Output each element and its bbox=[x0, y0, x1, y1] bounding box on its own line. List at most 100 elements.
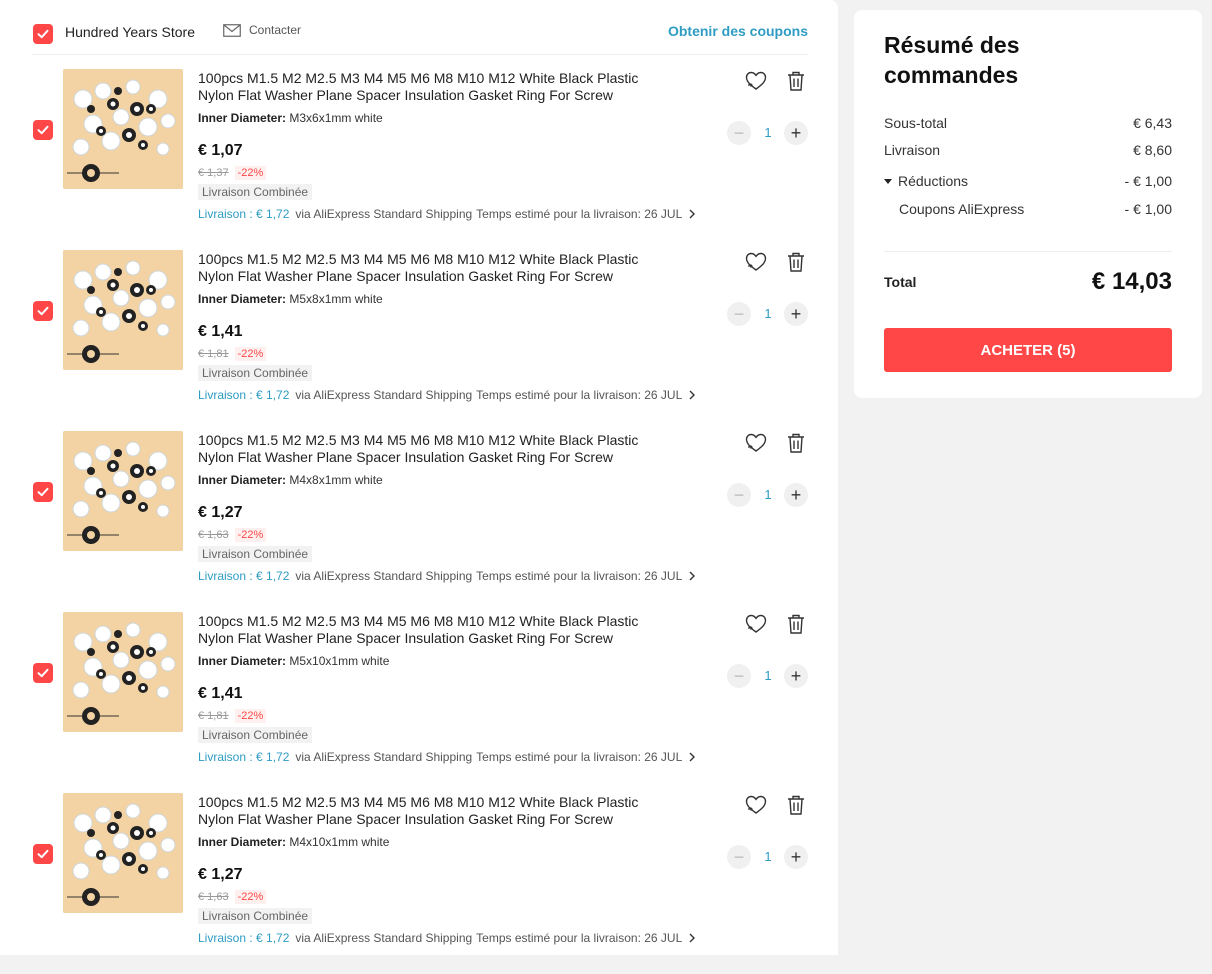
heart-icon bbox=[745, 252, 767, 271]
quantity-decrease-button[interactable]: − bbox=[727, 302, 751, 326]
mail-icon bbox=[223, 23, 241, 37]
quantity-value[interactable]: 1 bbox=[760, 668, 776, 683]
product-title[interactable]: 100pcs M1.5 M2 M2.5 M3 M4 M5 M6 M8 M10 M… bbox=[198, 794, 678, 828]
reductions-value: - € 1,00 bbox=[1124, 173, 1172, 189]
discount-badge: -22% bbox=[234, 709, 267, 723]
original-price: € 1,63 bbox=[198, 891, 229, 903]
variant-value: M5x8x1mm white bbox=[289, 292, 383, 306]
product-thumbnail[interactable] bbox=[63, 69, 183, 189]
quantity-increase-button[interactable]: + bbox=[784, 121, 808, 145]
item-checkbox[interactable] bbox=[33, 301, 53, 321]
shipping-cost: Livraison : € 1,72 bbox=[198, 750, 290, 764]
product-thumbnail[interactable] bbox=[63, 612, 183, 732]
shipping-cost: Livraison : € 1,72 bbox=[198, 207, 290, 221]
quantity-value[interactable]: 1 bbox=[760, 487, 776, 502]
item-price: € 1,27 bbox=[198, 504, 243, 521]
old-price-row: € 1,81 -22% bbox=[198, 347, 267, 361]
product-image bbox=[63, 250, 183, 370]
heart-icon bbox=[745, 433, 767, 452]
item-checkbox[interactable] bbox=[33, 663, 53, 683]
shipping-info[interactable]: Livraison : € 1,72 via AliExpress Standa… bbox=[198, 388, 696, 402]
quantity-increase-button[interactable]: + bbox=[784, 664, 808, 688]
quantity-decrease-button[interactable]: − bbox=[727, 664, 751, 688]
total-value: € 14,03 bbox=[1091, 268, 1172, 295]
delete-button[interactable] bbox=[784, 793, 808, 817]
item-checkbox[interactable] bbox=[33, 844, 53, 864]
wishlist-button[interactable] bbox=[744, 250, 768, 274]
product-title[interactable]: 100pcs M1.5 M2 M2.5 M3 M4 M5 M6 M8 M10 M… bbox=[198, 70, 678, 104]
product-thumbnail[interactable] bbox=[63, 250, 183, 370]
quantity-increase-button[interactable]: + bbox=[784, 845, 808, 869]
plus-icon: + bbox=[790, 847, 802, 867]
wishlist-button[interactable] bbox=[744, 69, 768, 93]
item-checkbox[interactable] bbox=[33, 482, 53, 502]
shipping-row: Livraison € 8,60 bbox=[884, 142, 1172, 158]
trash-icon bbox=[788, 795, 804, 815]
quantity-decrease-button[interactable]: − bbox=[727, 845, 751, 869]
wishlist-button[interactable] bbox=[744, 793, 768, 817]
reductions-row[interactable]: Réductions - € 1,00 bbox=[884, 173, 1172, 189]
shipping-cost: Livraison : € 1,72 bbox=[198, 388, 290, 402]
product-title[interactable]: 100pcs M1.5 M2 M2.5 M3 M4 M5 M6 M8 M10 M… bbox=[198, 251, 678, 285]
cart-item: 100pcs M1.5 M2 M2.5 M3 M4 M5 M6 M8 M10 M… bbox=[32, 793, 808, 974]
product-thumbnail[interactable] bbox=[63, 793, 183, 913]
old-price-row: € 1,37 -22% bbox=[198, 166, 267, 180]
product-title-line: Nylon Flat Washer Plane Spacer Insulatio… bbox=[198, 449, 613, 465]
variant-value: M3x6x1mm white bbox=[289, 111, 383, 125]
product-title[interactable]: 100pcs M1.5 M2 M2.5 M3 M4 M5 M6 M8 M10 M… bbox=[198, 432, 678, 466]
cart-item: 100pcs M1.5 M2 M2.5 M3 M4 M5 M6 M8 M10 M… bbox=[32, 250, 808, 431]
contact-seller-link[interactable]: Contacter bbox=[223, 23, 301, 37]
quantity-value[interactable]: 1 bbox=[760, 306, 776, 321]
product-variant[interactable]: Inner Diameter: M3x6x1mm white bbox=[198, 111, 383, 125]
original-price: € 1,81 bbox=[198, 348, 229, 360]
wishlist-button[interactable] bbox=[744, 612, 768, 636]
quantity-decrease-button[interactable]: − bbox=[727, 121, 751, 145]
product-title-line: 100pcs M1.5 M2 M2.5 M3 M4 M5 M6 M8 M10 M… bbox=[198, 794, 639, 810]
variant-value: M5x10x1mm white bbox=[289, 654, 390, 668]
product-variant[interactable]: Inner Diameter: M5x8x1mm white bbox=[198, 292, 383, 306]
shipping-info[interactable]: Livraison : € 1,72 via AliExpress Standa… bbox=[198, 931, 696, 945]
variant-value: M4x10x1mm white bbox=[289, 835, 390, 849]
check-icon bbox=[37, 849, 49, 859]
store-checkbox[interactable] bbox=[33, 24, 53, 44]
get-coupons-link[interactable]: Obtenir des coupons bbox=[668, 23, 808, 39]
store-header: Hundred Years Store Contacter Obtenir de… bbox=[32, 18, 808, 55]
product-title-line: Nylon Flat Washer Plane Spacer Insulatio… bbox=[198, 268, 613, 284]
shipping-method: via AliExpress Standard Shipping bbox=[295, 750, 473, 764]
product-variant[interactable]: Inner Diameter: M4x10x1mm white bbox=[198, 835, 389, 849]
delete-button[interactable] bbox=[784, 250, 808, 274]
product-variant[interactable]: Inner Diameter: M4x8x1mm white bbox=[198, 473, 383, 487]
discount-badge: -22% bbox=[234, 347, 267, 361]
delete-button[interactable] bbox=[784, 612, 808, 636]
store-name[interactable]: Hundred Years Store bbox=[65, 24, 195, 40]
minus-icon: − bbox=[733, 666, 745, 686]
wishlist-button[interactable] bbox=[744, 431, 768, 455]
item-checkbox[interactable] bbox=[33, 120, 53, 140]
quantity-value[interactable]: 1 bbox=[760, 125, 776, 140]
delivery-estimate: Temps estimé pour la livraison: 26 JUL bbox=[476, 750, 683, 764]
discount-badge: -22% bbox=[234, 166, 267, 180]
subtotal-row: Sous-total € 6,43 bbox=[884, 115, 1172, 131]
product-title[interactable]: 100pcs M1.5 M2 M2.5 M3 M4 M5 M6 M8 M10 M… bbox=[198, 613, 678, 647]
variant-label: Inner Diameter: bbox=[198, 835, 287, 849]
shipping-info[interactable]: Livraison : € 1,72 via AliExpress Standa… bbox=[198, 207, 696, 221]
quantity-increase-button[interactable]: + bbox=[784, 483, 808, 507]
delivery-estimate: Temps estimé pour la livraison: 26 JUL bbox=[476, 388, 683, 402]
plus-icon: + bbox=[790, 123, 802, 143]
product-thumbnail[interactable] bbox=[63, 431, 183, 551]
quantity-decrease-button[interactable]: − bbox=[727, 483, 751, 507]
buy-button[interactable]: ACHETER (5) bbox=[884, 328, 1172, 372]
shipping-method: via AliExpress Standard Shipping bbox=[295, 388, 473, 402]
shipping-value: € 8,60 bbox=[1133, 142, 1172, 158]
shipping-info[interactable]: Livraison : € 1,72 via AliExpress Standa… bbox=[198, 569, 696, 583]
delivery-estimate: Temps estimé pour la livraison: 26 JUL bbox=[476, 931, 683, 945]
delete-button[interactable] bbox=[784, 69, 808, 93]
quantity-increase-button[interactable]: + bbox=[784, 302, 808, 326]
product-variant[interactable]: Inner Diameter: M5x10x1mm white bbox=[198, 654, 389, 668]
product-image bbox=[63, 69, 183, 189]
quantity-value[interactable]: 1 bbox=[760, 849, 776, 864]
shipping-info[interactable]: Livraison : € 1,72 via AliExpress Standa… bbox=[198, 750, 696, 764]
check-icon bbox=[37, 125, 49, 135]
delete-button[interactable] bbox=[784, 431, 808, 455]
shipping-cost: Livraison : € 1,72 bbox=[198, 569, 290, 583]
